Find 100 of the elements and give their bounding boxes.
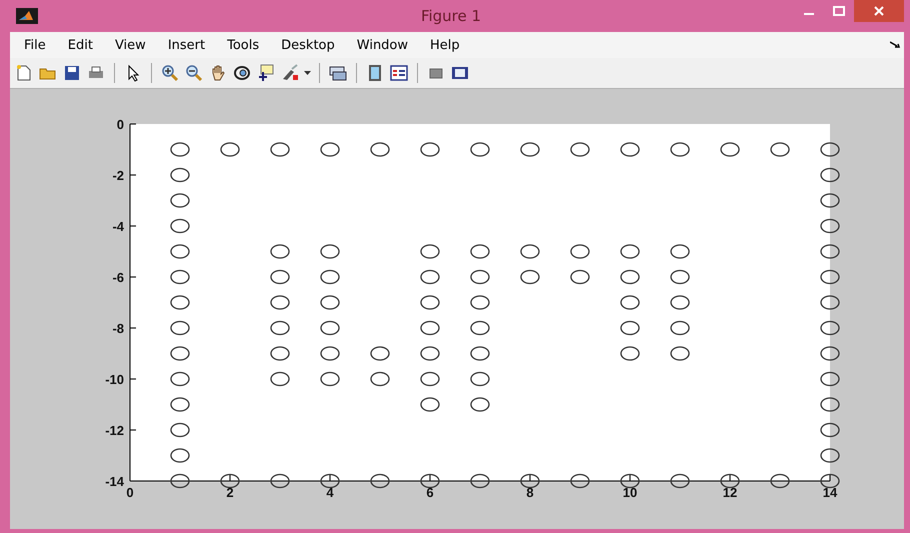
- data-marker: [270, 270, 290, 284]
- menu-item[interactable]: Tools: [217, 38, 272, 52]
- data-marker: [820, 422, 840, 438]
- data-marker: [170, 168, 190, 182]
- data-marker: [570, 270, 590, 284]
- data-marker: [670, 270, 690, 284]
- data-marker: [470, 397, 490, 412]
- data-marker: [470, 270, 490, 284]
- tick-label: 0: [116, 117, 124, 132]
- menu-item[interactable]: Desktop: [271, 38, 347, 52]
- data-marker: [820, 448, 840, 463]
- data-marker: [220, 142, 240, 157]
- data-marker: [270, 372, 290, 386]
- data-marker: [670, 295, 690, 310]
- data-marker: [820, 168, 840, 182]
- data-marker: [620, 346, 640, 361]
- tick-label: 4: [326, 485, 334, 500]
- data-marker: [670, 142, 690, 157]
- data-marker: [420, 346, 440, 361]
- data-marker: [520, 244, 540, 259]
- data-marker: [420, 397, 440, 412]
- data-marker: [170, 372, 190, 386]
- data-marker: [620, 142, 640, 157]
- tick-label: -2: [112, 168, 124, 183]
- menu-item[interactable]: Help: [420, 38, 472, 52]
- menu-item[interactable]: Edit: [58, 38, 105, 52]
- data-marker: [820, 270, 840, 284]
- data-marker: [470, 244, 490, 259]
- data-marker: [170, 142, 190, 157]
- tick-label: -14: [105, 474, 124, 489]
- window-title: Figure 1: [420, 7, 482, 25]
- data-marker: [270, 320, 290, 336]
- data-marker: [620, 244, 640, 259]
- data-marker: [170, 218, 190, 234]
- data-marker: [420, 295, 440, 310]
- data-marker: [170, 422, 190, 438]
- data-marker: [320, 270, 340, 284]
- data-marker: [470, 346, 490, 361]
- data-marker: [320, 142, 340, 157]
- data-marker: [820, 474, 840, 488]
- data-marker: [370, 372, 390, 386]
- data-marker: [370, 346, 390, 361]
- data-marker: [470, 295, 490, 310]
- data-marker: [670, 474, 690, 488]
- tick-label: -6: [112, 270, 124, 285]
- data-marker: [620, 270, 640, 284]
- menu-item[interactable]: Window: [346, 38, 420, 52]
- data-marker: [470, 320, 490, 336]
- minimize-icon: [804, 13, 814, 15]
- data-marker: [170, 244, 190, 259]
- data-marker: [320, 474, 340, 488]
- data-marker: [670, 320, 690, 336]
- data-marker: [770, 142, 790, 157]
- data-marker: [470, 474, 490, 488]
- data-marker: [420, 142, 440, 157]
- tick-label: 10: [622, 485, 638, 500]
- data-marker: [720, 474, 740, 488]
- close-button[interactable]: [854, 0, 904, 22]
- data-marker: [820, 244, 840, 259]
- data-marker: [520, 474, 540, 488]
- menu-item[interactable]: File: [14, 38, 58, 52]
- data-marker: [170, 346, 190, 361]
- data-marker: [270, 142, 290, 157]
- data-marker: [320, 244, 340, 259]
- data-marker: [320, 346, 340, 361]
- tick-label: 8: [526, 485, 534, 500]
- data-marker: [170, 474, 190, 488]
- data-marker: [470, 142, 490, 157]
- data-marker: [820, 193, 840, 208]
- data-marker: [620, 474, 640, 488]
- data-marker: [570, 474, 590, 488]
- tick-label: -12: [105, 423, 124, 438]
- data-marker: [170, 295, 190, 310]
- app-icon: [16, 8, 38, 24]
- data-marker: [470, 372, 490, 386]
- tick-label: -8: [112, 321, 124, 336]
- data-marker: [220, 474, 240, 488]
- data-marker: [420, 320, 440, 336]
- menu-item[interactable]: Insert: [158, 38, 218, 52]
- data-marker: [170, 397, 190, 412]
- data-marker: [420, 270, 440, 284]
- dock-icon[interactable]: [890, 41, 900, 49]
- data-marker: [320, 372, 340, 386]
- tick-label: 6: [426, 485, 434, 500]
- data-marker: [370, 142, 390, 157]
- data-marker: [620, 295, 640, 310]
- data-marker: [420, 474, 440, 488]
- data-marker: [370, 474, 390, 488]
- tick-label: 14: [822, 485, 838, 500]
- data-marker: [420, 244, 440, 259]
- menu-item[interactable]: View: [104, 38, 158, 52]
- tick-label: 12: [722, 485, 738, 500]
- data-marker: [820, 218, 840, 234]
- data-marker: [820, 295, 840, 310]
- data-marker: [570, 244, 590, 259]
- data-marker: [270, 474, 290, 488]
- data-marker: [270, 346, 290, 361]
- data-marker: [770, 474, 790, 488]
- data-marker: [170, 320, 190, 336]
- maximize-icon: [833, 6, 845, 16]
